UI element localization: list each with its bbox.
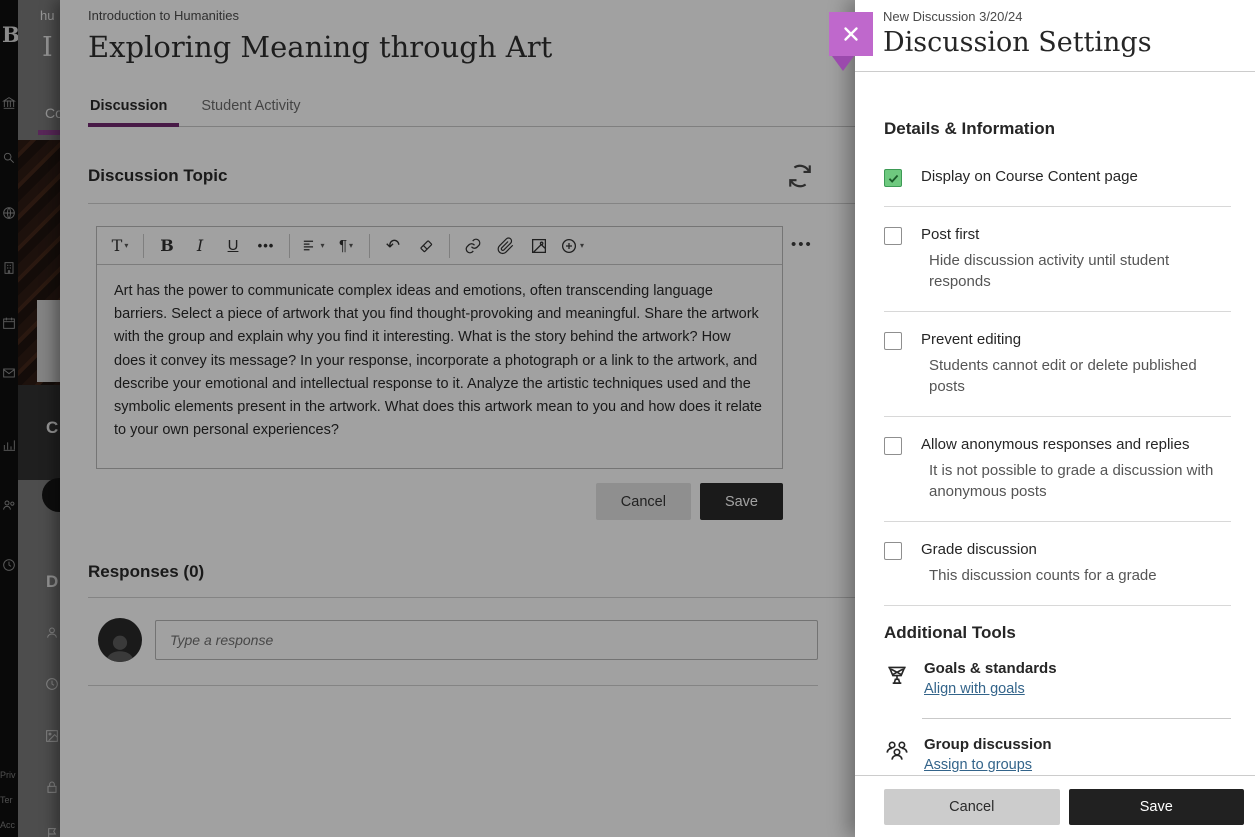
option-description: Hide discussion activity until student r… <box>929 250 1229 292</box>
panel-footer: Cancel Save <box>855 775 1255 837</box>
settings-cancel-button[interactable]: Cancel <box>884 789 1060 825</box>
option-grade-discussion: Grade discussion This discussion counts … <box>884 522 1231 606</box>
option-prevent-editing: Prevent editing Students cannot edit or … <box>884 312 1231 417</box>
close-panel-button[interactable] <box>829 12 873 56</box>
option-description: It is not possible to grade a discussion… <box>929 460 1229 502</box>
option-description: This discussion counts for a grade <box>929 565 1157 586</box>
modal-scrim[interactable] <box>0 0 855 837</box>
option-label: Prevent editing <box>921 331 1229 348</box>
details-information-heading: Details & Information <box>884 119 1231 139</box>
trophy-icon <box>884 662 910 688</box>
discussion-settings-panel: New Discussion 3/20/24 Discussion Settin… <box>855 0 1255 837</box>
align-with-goals-link[interactable]: Align with goals <box>924 681 1025 697</box>
panel-body: Details & Information Display on Course … <box>855 90 1255 775</box>
assign-to-groups-link[interactable]: Assign to groups <box>924 757 1032 773</box>
checkmark-icon <box>887 172 900 185</box>
prevent-editing-checkbox[interactable] <box>884 332 902 350</box>
panel-title: Discussion Settings <box>883 27 1227 58</box>
option-label: Grade discussion <box>921 541 1157 558</box>
group-icon <box>884 738 910 764</box>
allow-anonymous-checkbox[interactable] <box>884 437 902 455</box>
grade-discussion-checkbox[interactable] <box>884 542 902 560</box>
tool-title: Group discussion <box>924 736 1052 753</box>
close-icon <box>840 23 862 45</box>
option-label: Allow anonymous responses and replies <box>921 436 1229 453</box>
tool-title: Goals & standards <box>924 660 1057 677</box>
option-display-on-course-content: Display on Course Content page <box>884 139 1231 207</box>
goals-standards-tool: Goals & standards Align with goals <box>884 643 1231 698</box>
group-discussion-tool: Group discussion Assign to groups <box>884 719 1231 774</box>
option-post-first: Post first Hide discussion activity unti… <box>884 207 1231 312</box>
option-allow-anonymous: Allow anonymous responses and replies It… <box>884 417 1231 522</box>
option-label: Post first <box>921 226 1229 243</box>
settings-save-button[interactable]: Save <box>1069 789 1245 825</box>
additional-tools-heading: Additional Tools <box>884 623 1231 643</box>
option-label: Display on Course Content page <box>921 168 1138 185</box>
post-first-checkbox[interactable] <box>884 227 902 245</box>
panel-eyebrow: New Discussion 3/20/24 <box>883 9 1227 24</box>
display-on-course-content-checkbox[interactable] <box>884 169 902 187</box>
panel-header: New Discussion 3/20/24 Discussion Settin… <box>855 0 1255 72</box>
option-description: Students cannot edit or delete published… <box>929 355 1229 397</box>
